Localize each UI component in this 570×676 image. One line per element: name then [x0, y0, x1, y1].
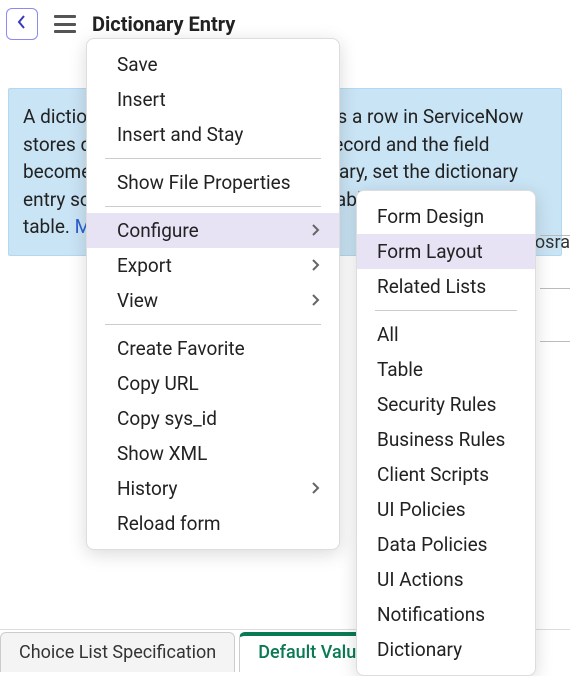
submenu-item-security-rules[interactable]: Security Rules — [357, 387, 535, 422]
menu-item-insert[interactable]: Insert — [87, 82, 339, 117]
chevron-right-icon — [311, 289, 321, 312]
menu-item-label: Data Policies — [377, 533, 487, 556]
context-menu: Save Insert Insert and Stay Show File Pr… — [86, 38, 340, 550]
menu-item-label: Form Layout — [377, 240, 483, 263]
menu-item-label: Insert — [117, 88, 166, 111]
menu-item-label: Reload form — [117, 512, 221, 535]
menu-item-label: Notifications — [377, 603, 485, 626]
menu-divider — [105, 206, 321, 207]
tab-label: Default Value — [258, 642, 366, 663]
menu-item-label: Business Rules — [377, 428, 505, 451]
menu-item-history[interactable]: History — [87, 471, 339, 506]
menu-item-label: Client Scripts — [377, 463, 489, 486]
tab-label: Choice List Specification — [19, 642, 216, 663]
submenu-item-form-layout[interactable]: Form Layout — [357, 234, 535, 269]
menu-item-label: Create Favorite — [117, 337, 245, 360]
submenu-item-data-policies[interactable]: Data Policies — [357, 527, 535, 562]
menu-item-label: Show XML — [117, 442, 207, 465]
submenu-item-ui-actions[interactable]: UI Actions — [357, 562, 535, 597]
menu-item-copy-url[interactable]: Copy URL — [87, 366, 339, 401]
submenu-item-business-rules[interactable]: Business Rules — [357, 422, 535, 457]
menu-item-label: Export — [117, 254, 172, 277]
menu-item-view[interactable]: View — [87, 283, 339, 318]
menu-item-label: Insert and Stay — [117, 123, 243, 146]
menu-item-insert-and-stay[interactable]: Insert and Stay — [87, 117, 339, 152]
menu-item-label: Related Lists — [377, 275, 486, 298]
menu-item-label: History — [117, 477, 177, 500]
menu-item-label: UI Actions — [377, 568, 464, 591]
submenu-item-form-design[interactable]: Form Design — [357, 199, 535, 234]
submenu-item-ui-policies[interactable]: UI Policies — [357, 492, 535, 527]
menu-item-copy-sys-id[interactable]: Copy sys_id — [87, 401, 339, 436]
menu-item-save[interactable]: Save — [87, 47, 339, 82]
page-title: Dictionary Entry — [92, 12, 235, 36]
menu-item-create-favorite[interactable]: Create Favorite — [87, 331, 339, 366]
menu-item-label: Save — [117, 53, 158, 76]
menu-item-label: All — [377, 323, 399, 346]
menu-item-label: Security Rules — [377, 393, 496, 416]
submenu-item-notifications[interactable]: Notifications — [357, 597, 535, 632]
menu-divider — [105, 158, 321, 159]
menu-item-label: Form Design — [377, 205, 484, 228]
menu-item-label: UI Policies — [377, 498, 466, 521]
chevron-left-icon — [16, 14, 28, 35]
menu-item-label: View — [117, 289, 158, 312]
submenu-item-dictionary[interactable]: Dictionary — [357, 632, 535, 667]
menu-item-label: Copy URL — [117, 372, 199, 395]
hamburger-menu-button[interactable] — [54, 15, 76, 33]
menu-item-show-xml[interactable]: Show XML — [87, 436, 339, 471]
submenu-item-all[interactable]: All — [357, 317, 535, 352]
menu-item-label: Show File Properties — [117, 171, 291, 194]
tab-choice-list-specification[interactable]: Choice List Specification — [0, 632, 235, 672]
menu-item-label: Table — [377, 358, 423, 381]
chevron-right-icon — [311, 219, 321, 242]
menu-item-configure[interactable]: Configure — [87, 213, 339, 248]
chevron-right-icon — [311, 477, 321, 500]
back-button[interactable] — [6, 8, 38, 40]
submenu-item-related-lists[interactable]: Related Lists — [357, 269, 535, 304]
menu-divider — [105, 324, 321, 325]
background-divider-lines — [540, 235, 570, 394]
menu-item-label: Dictionary — [377, 638, 462, 661]
chevron-right-icon — [311, 254, 321, 277]
submenu-item-client-scripts[interactable]: Client Scripts — [357, 457, 535, 492]
configure-submenu: Form Design Form Layout Related Lists Al… — [356, 190, 536, 676]
menu-divider — [375, 310, 517, 311]
menu-item-reload-form[interactable]: Reload form — [87, 506, 339, 541]
menu-item-export[interactable]: Export — [87, 248, 339, 283]
menu-item-show-file-properties[interactable]: Show File Properties — [87, 165, 339, 200]
menu-item-label: Configure — [117, 219, 199, 242]
submenu-item-table[interactable]: Table — [357, 352, 535, 387]
menu-item-label: Copy sys_id — [117, 407, 217, 430]
